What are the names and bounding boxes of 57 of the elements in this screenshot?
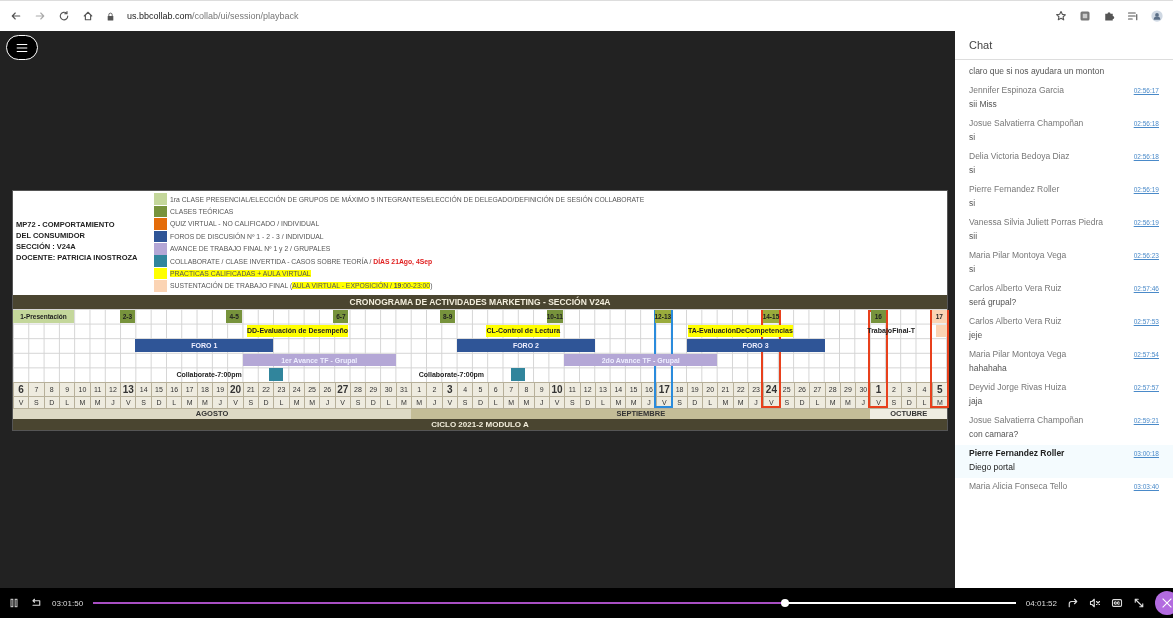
message-author: Maria Pilar Montoya Vega [969,250,1067,260]
message-author: Vanessa Silvia Juliett Porras Piedra [969,217,1104,227]
day-number: 20 [227,382,243,396]
message-text: si [969,132,977,142]
close-icon [1160,596,1173,610]
message-author: Carlos Alberto Vera Ruiz [969,316,1062,326]
lock-icon [106,11,115,21]
message-author: Delia Victoria Bedoya Diaz [969,151,1070,161]
message-text: claro que si nos ayudara un monton [969,66,1106,76]
message-author: Pierre Fernandez Roller [969,448,1065,458]
message-text: si [969,264,977,274]
total-time: 04:01:52 [1025,598,1057,608]
menu-button[interactable] [6,35,38,60]
message-text: con camara? [969,429,1020,439]
pause-icon[interactable] [8,597,20,609]
avatar-icon[interactable] [1151,10,1163,22]
schedule-title: CRONOGRAMA DE ACTIVIDADES MARKETING - SECCIÓN V24A [13,295,947,309]
message-text: será grupal? [969,297,1018,307]
cycle-label: CICLO 2021-2 MODULO A [13,419,947,430]
day-number: 17 [656,382,672,396]
message-text: Diego portal [969,462,1016,472]
day-number: 6 [13,382,29,396]
share-icon[interactable] [1067,597,1079,609]
close-button[interactable] [1155,591,1173,615]
reload-icon[interactable] [58,10,70,22]
progress-handle[interactable] [781,599,790,607]
day-number: 13 [120,382,136,396]
message-text: si [969,198,977,208]
message-author: Maria Pilar Montoya Vega [969,349,1067,359]
message-text: sii [969,231,979,241]
loop-icon[interactable] [30,597,42,609]
expand-icon[interactable] [1133,597,1145,609]
message-text: hahahaha [969,363,1008,373]
message-author: Josue Salvatierra Champoñan [969,118,1084,128]
playlist-icon[interactable] [1127,10,1139,22]
back-icon[interactable] [10,10,22,22]
message-author: Deyvid Jorge Rivas Huiza [969,382,1067,392]
day-number: 24 [763,382,779,396]
captions-icon[interactable] [1111,597,1123,609]
message-author: Maria Alicia Fonseca Tello [969,481,1068,491]
message-author: Pierre Fernandez Roller [969,184,1060,194]
message-author: Jennifer Espinoza Garcia [969,85,1064,95]
elapsed-time: 03:01:50 [52,598,84,608]
message-text: si [969,165,977,175]
puzzle-icon[interactable] [1103,10,1115,22]
message-text: jaja [969,396,984,406]
home-icon[interactable] [82,10,94,22]
mute-icon[interactable] [1089,597,1101,609]
star-icon[interactable] [1055,10,1067,22]
chat-title: Chat [955,31,1173,60]
message-text: jeje [969,330,984,340]
day-number: 1 [870,382,886,396]
message-author: Carlos Alberto Vera Ruiz [969,283,1062,293]
chat-message[interactable]: claro que si nos ayudara un monton [955,63,1173,82]
message-author: Josue Salvatierra Champoñan [969,415,1084,425]
message-text: sii Miss [969,99,998,109]
extension-icon[interactable] [1079,10,1091,22]
